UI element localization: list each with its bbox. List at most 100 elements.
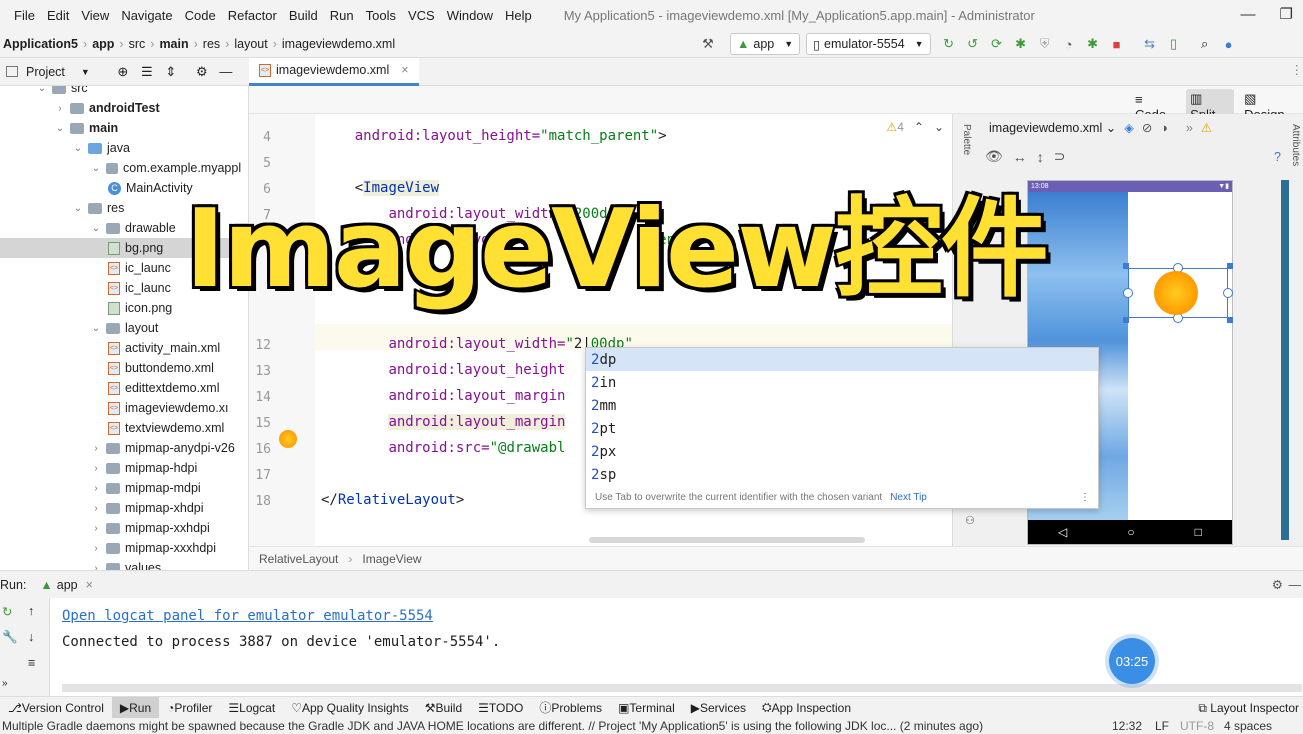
hammer-icon[interactable]: ⚒ — [697, 33, 719, 55]
breadcrumb-imageview[interactable]: ImageView — [362, 552, 421, 566]
chevron-right-icon[interactable]: › — [54, 103, 66, 114]
expand-all-icon[interactable]: ☰ — [136, 61, 158, 83]
tool-window-version-control[interactable]: ⎇ Version Control — [0, 697, 112, 719]
run-config-select[interactable]: ▲ app ▼ — [730, 33, 801, 55]
device-manager-icon[interactable]: ⇆ — [1139, 33, 1161, 55]
tree-item[interactable]: › mipmap-xxxhdpi — [0, 538, 248, 558]
tree-item[interactable]: › mipmap-xhdpi — [0, 498, 248, 518]
left-handle[interactable] — [1123, 288, 1133, 298]
expand-icon[interactable]: » — [2, 678, 8, 689]
prev-highlight-icon[interactable]: ⌃ — [914, 120, 924, 134]
night-mode-icon[interactable]: ◑ — [1160, 121, 1168, 135]
caret-position[interactable]: 12:32 — [1112, 719, 1142, 733]
search-icon[interactable]: ⌕ — [1194, 33, 1216, 55]
file-encoding[interactable]: UTF-8 — [1180, 719, 1214, 733]
chevron-down-icon[interactable]: ⌄ — [72, 143, 84, 154]
orientation-icon[interactable]: ⊘ — [1142, 120, 1152, 135]
completion-item[interactable]: 2 sp — [586, 463, 1098, 486]
stop-icon[interactable]: ■ — [1106, 33, 1128, 55]
down-arrow-icon[interactable]: ↓ — [28, 630, 34, 644]
menu-navigate[interactable]: Navigate — [115, 8, 178, 23]
tree-item[interactable]: › mipmap-anydpi-v26 — [0, 438, 248, 458]
locate-icon[interactable]: ⊕ — [112, 61, 134, 83]
tool-window-run[interactable]: ▶ Run — [111, 696, 160, 719]
chevron-right-icon[interactable]: › — [90, 543, 102, 554]
tool-window-terminal[interactable]: ▣ Terminal — [610, 697, 683, 719]
hide-icon[interactable]: — — [215, 61, 237, 83]
completion-item[interactable]: 2 in — [586, 371, 1098, 394]
chevron-right-icon[interactable]: › — [90, 463, 102, 474]
tree-item[interactable]: <> imageviewdemo.xı — [0, 398, 248, 418]
tool-window-build[interactable]: ⚒ Build — [417, 697, 470, 719]
breadcrumb-relativelayout[interactable]: RelativeLayout — [259, 552, 338, 566]
tool-window-app-quality-insights[interactable]: ♡ App Quality Insights — [283, 697, 417, 719]
menu-refactor[interactable]: Refactor — [222, 8, 283, 23]
back-icon[interactable]: ◁ — [1058, 525, 1067, 539]
chevron-down-icon[interactable]: ⌄ — [90, 323, 102, 334]
console-scrollbar[interactable] — [62, 684, 1302, 692]
rerun-icon[interactable]: ↻ — [2, 604, 12, 619]
design-scrollbar[interactable] — [1281, 180, 1289, 540]
chevron-right-icon[interactable]: › — [90, 483, 102, 494]
up-arrow-icon[interactable]: ↑ — [28, 604, 34, 618]
device-select[interactable]: ▯ emulator-5554 ▼ — [806, 33, 931, 55]
chevron-right-icon[interactable]: › — [90, 443, 102, 454]
tool-window-profiler[interactable]: ◔ Profiler — [159, 697, 220, 719]
breadcrumb-item[interactable]: main — [156, 37, 191, 51]
run-tab-app[interactable]: app — [57, 578, 78, 592]
chevron-down-icon[interactable]: ▼ — [81, 67, 90, 77]
chevron-down-icon[interactable]: ⌄ — [54, 123, 66, 134]
menu-tools[interactable]: Tools — [360, 8, 402, 23]
logcat-link[interactable]: Open logcat panel for emulator emulator-… — [62, 608, 433, 624]
menu-build[interactable]: Build — [283, 8, 324, 23]
chevron-down-icon[interactable]: ⌄ — [36, 86, 48, 94]
tree-item[interactable]: › mipmap-mdpi — [0, 478, 248, 498]
tab-imageviewdemo[interactable]: <> imageviewdemo.xml × — [249, 57, 419, 86]
hide-icon[interactable]: — — [1289, 578, 1302, 592]
completion-item[interactable]: 2 pt — [586, 417, 1098, 440]
layout-inspector-tab[interactable]: ⧉ Layout Inspector — [1198, 701, 1299, 716]
gear-icon[interactable]: ⚙ — [1272, 577, 1283, 592]
tool-window-todo[interactable]: ☰ TODO — [470, 697, 531, 719]
breadcrumb-item[interactable]: res — [200, 37, 223, 51]
menu-window[interactable]: Window — [441, 8, 499, 23]
attach-debugger-icon[interactable]: ✱ — [1082, 33, 1104, 55]
breadcrumb-item[interactable]: Application5 — [0, 37, 81, 51]
palette-tab[interactable]: Palette — [961, 124, 972, 155]
menu-code[interactable]: Code — [179, 8, 222, 23]
breadcrumb-item[interactable]: imageviewdemo.xml — [279, 37, 398, 51]
profile-icon[interactable]: ◔ — [1058, 33, 1080, 55]
more-icon[interactable]: » — [1186, 121, 1193, 135]
chevron-right-icon[interactable]: › — [90, 503, 102, 514]
sdk-manager-icon[interactable]: ▯ — [1163, 33, 1185, 55]
menu-edit[interactable]: Edit — [41, 8, 75, 23]
tree-item[interactable]: <> edittextdemo.xml — [0, 378, 248, 398]
breadcrumb-item[interactable]: app — [89, 37, 117, 51]
menu-view[interactable]: View — [75, 8, 115, 23]
indent-setting[interactable]: 4 spaces — [1224, 719, 1272, 733]
attributes-tab[interactable]: Attributes — [1290, 124, 1301, 166]
close-icon[interactable]: × — [86, 578, 93, 592]
warning-icon[interactable]: ⚠4 — [886, 120, 903, 134]
tree-item[interactable]: ⌄ layout — [0, 318, 248, 338]
right-handle[interactable] — [1223, 288, 1233, 298]
apply-changes-icon[interactable]: ↺ — [962, 33, 984, 55]
completion-item[interactable]: 2 px — [586, 440, 1098, 463]
menu-help[interactable]: Help — [499, 8, 538, 23]
breadcrumb-item[interactable]: src — [126, 37, 149, 51]
menu-file[interactable]: File — [8, 8, 41, 23]
horizontal-arrow-icon[interactable]: ↔ — [1013, 149, 1027, 165]
component-tree-icon[interactable]: ⚇ — [965, 514, 975, 527]
chevron-right-icon[interactable]: › — [90, 523, 102, 534]
help-icon[interactable]: ? — [1274, 150, 1281, 164]
more-options-icon[interactable]: ⋮ — [1080, 492, 1090, 503]
tree-item[interactable]: › androidTest — [0, 98, 248, 118]
chevron-down-icon[interactable]: ⌄ — [90, 223, 102, 234]
home-icon[interactable]: ○ — [1127, 525, 1134, 539]
tool-window-problems[interactable]: ⓘ Problems — [531, 697, 610, 719]
gear-icon[interactable]: ⚙ — [191, 61, 213, 83]
restore-icon[interactable]: ❐ — [1280, 5, 1293, 23]
more-tabs-icon[interactable]: ⋮ — [1291, 62, 1303, 77]
tool-window-logcat[interactable]: ☰ Logcat — [220, 697, 283, 719]
collapse-all-icon[interactable]: ⇕ — [160, 61, 182, 83]
